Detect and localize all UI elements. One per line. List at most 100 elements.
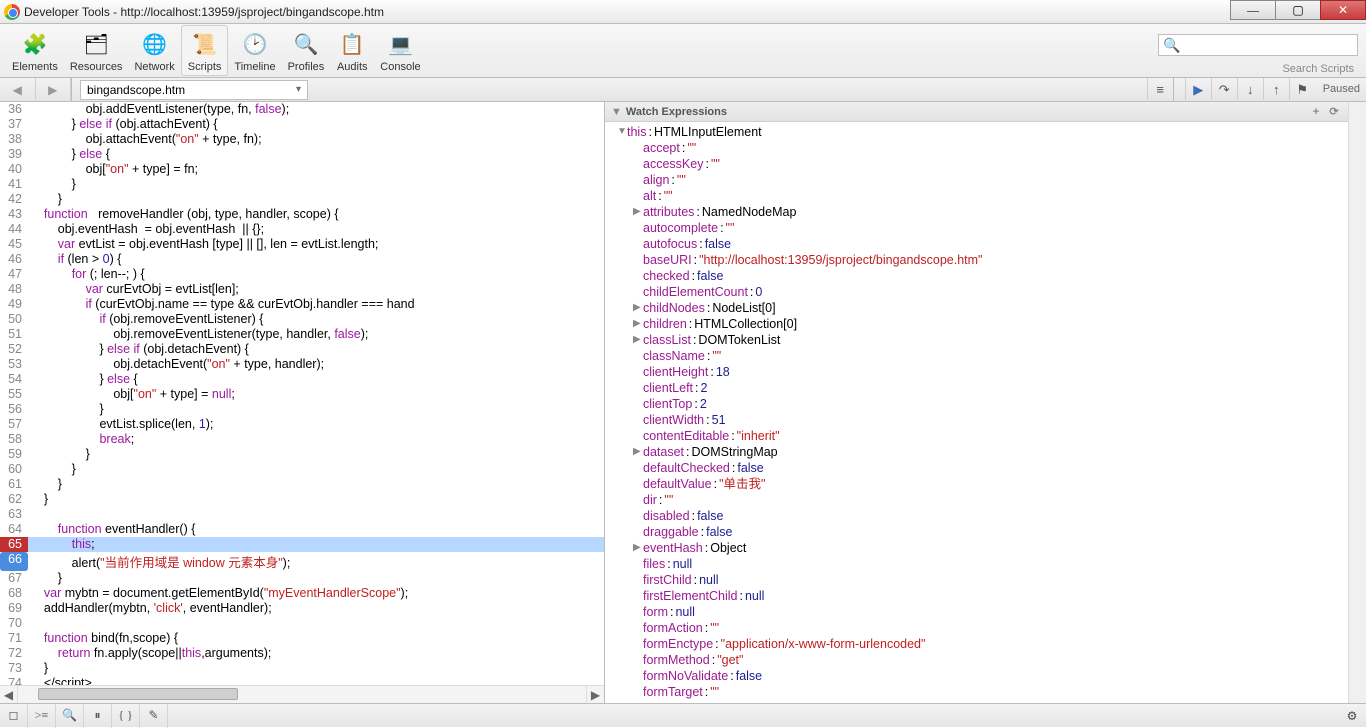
search-scripts-box[interactable]: 🔍 — [1158, 34, 1358, 56]
watch-prop[interactable]: draggable: false — [605, 524, 1348, 540]
code-line[interactable]: 41 } — [0, 177, 604, 192]
code-line[interactable]: 67 } — [0, 571, 604, 586]
watch-prop[interactable]: ▶childNodes: NodeList[0] — [605, 300, 1348, 316]
code-line[interactable]: 46 if (len > 0) { — [0, 252, 604, 267]
code-line[interactable]: 50 if (obj.removeEventListener) { — [0, 312, 604, 327]
dock-button[interactable]: ◻ — [0, 704, 28, 728]
watch-root[interactable]: ▼this: HTMLInputElement — [605, 124, 1348, 140]
code-line[interactable]: 65 this; — [0, 537, 604, 552]
watch-prop[interactable]: align: "" — [605, 172, 1348, 188]
code-line[interactable]: 38 obj.attachEvent("on" + type, fn); — [0, 132, 604, 147]
code-line[interactable]: 74 </script> — [0, 676, 604, 685]
search-input[interactable] — [1184, 38, 1353, 52]
code-line[interactable]: 61 } — [0, 477, 604, 492]
file-selector[interactable]: bingandscope.htm — [80, 80, 308, 100]
step-into-button[interactable]: ↓ — [1237, 78, 1263, 102]
scroll-thumb[interactable] — [38, 688, 238, 700]
code-line[interactable]: 64 function eventHandler() { — [0, 522, 604, 537]
code-line[interactable]: 37 } else if (obj.attachEvent) { — [0, 117, 604, 132]
watch-prop[interactable]: autocomplete: "" — [605, 220, 1348, 236]
code-line[interactable]: 59 } — [0, 447, 604, 462]
code-line[interactable]: 54 } else { — [0, 372, 604, 387]
step-out-button[interactable]: ↑ — [1263, 78, 1289, 102]
step-over-button[interactable]: ↷ — [1211, 78, 1237, 102]
code-line[interactable]: 57 evtList.splice(len, 1); — [0, 417, 604, 432]
code-line[interactable]: 39 } else { — [0, 147, 604, 162]
watch-prop[interactable]: checked: false — [605, 268, 1348, 284]
tab-scripts[interactable]: 📜Scripts — [181, 25, 229, 76]
nav-back-button[interactable]: ◀ — [0, 78, 36, 102]
watch-prop[interactable]: form: null — [605, 604, 1348, 620]
watch-prop[interactable]: ▶eventHash: Object — [605, 540, 1348, 556]
watch-prop[interactable]: contentEditable: "inherit" — [605, 428, 1348, 444]
watch-prop[interactable]: accessKey: "" — [605, 156, 1348, 172]
code-line[interactable]: 56 } — [0, 402, 604, 417]
search-button[interactable]: 🔍 — [56, 704, 84, 728]
tab-timeline[interactable]: 🕑Timeline — [228, 26, 281, 75]
refresh-watch-button[interactable]: ⟳ — [1326, 105, 1342, 118]
code-line[interactable]: 55 obj["on" + type] = null; — [0, 387, 604, 402]
code-line[interactable]: 68 var mybtn = document.getElementById("… — [0, 586, 604, 601]
tab-network[interactable]: 🌐Network — [128, 26, 180, 75]
pretty-print-button[interactable]: { } — [112, 704, 140, 728]
code-line[interactable]: 70 — [0, 616, 604, 631]
watch-expressions-header[interactable]: ▼ Watch Expressions + ⟳ — [605, 102, 1348, 122]
watch-prop[interactable]: ▶attributes: NamedNodeMap — [605, 204, 1348, 220]
scroll-left-arrow[interactable]: ◀ — [0, 686, 18, 703]
deactivate-breakpoints-button[interactable]: ⚑ — [1289, 78, 1315, 102]
watch-prop[interactable]: className: "" — [605, 348, 1348, 364]
code-line[interactable]: 44 obj.eventHash = obj.eventHash || {}; — [0, 222, 604, 237]
code-line[interactable]: 63 — [0, 507, 604, 522]
settings-button[interactable]: ⚙ — [1338, 704, 1366, 728]
pause-resume-button[interactable]: ▶ — [1185, 78, 1211, 102]
watch-prop[interactable]: clientLeft: 2 — [605, 380, 1348, 396]
code-line[interactable]: 49 if (curEvtObj.name == type && curEvtO… — [0, 297, 604, 312]
minimize-button[interactable]: — — [1230, 0, 1276, 20]
code-line[interactable]: 71 function bind(fn,scope) { — [0, 631, 604, 646]
code-line[interactable]: 43 function removeHandler (obj, type, ha… — [0, 207, 604, 222]
code-line[interactable]: 42 } — [0, 192, 604, 207]
nav-forward-button[interactable]: ▶ — [36, 78, 72, 102]
watch-prop[interactable]: defaultValue: "单击我" — [605, 476, 1348, 492]
watch-prop[interactable]: formNoValidate: false — [605, 668, 1348, 684]
watch-prop[interactable]: files: null — [605, 556, 1348, 572]
scroll-right-arrow[interactable]: ▶ — [586, 686, 604, 703]
watch-prop[interactable]: alt: "" — [605, 188, 1348, 204]
watch-expressions-body[interactable]: ▼this: HTMLInputElementaccept: ""accessK… — [605, 122, 1348, 703]
watch-prop[interactable]: formMethod: "get" — [605, 652, 1348, 668]
tab-resources[interactable]: 🗂Resources — [64, 26, 129, 75]
watch-prop[interactable]: baseURI: "http://localhost:13959/jsproje… — [605, 252, 1348, 268]
code-line[interactable]: 36 obj.addEventListener(type, fn, false)… — [0, 102, 604, 117]
add-watch-button[interactable]: + — [1308, 106, 1324, 118]
watch-prop[interactable]: disabled: false — [605, 508, 1348, 524]
tab-profiles[interactable]: 🔍Profiles — [282, 26, 331, 75]
watch-prop[interactable]: formAction: "" — [605, 620, 1348, 636]
code-line[interactable]: 66 alert("当前作用域是 window 元素本身"); — [0, 552, 604, 571]
code-line[interactable]: 51 obj.removeEventListener(type, handler… — [0, 327, 604, 342]
tab-audits[interactable]: 📋Audits — [330, 26, 374, 75]
watch-prop[interactable]: clientTop: 2 — [605, 396, 1348, 412]
code-line[interactable]: 69 addHandler(mybtn, 'click', eventHandl… — [0, 601, 604, 616]
code-line[interactable]: 48 var curEvtObj = evtList[len]; — [0, 282, 604, 297]
watch-prop[interactable]: clientHeight: 18 — [605, 364, 1348, 380]
watch-prop[interactable]: dir: "" — [605, 492, 1348, 508]
maximize-button[interactable]: ▢ — [1275, 0, 1321, 20]
watch-prop[interactable]: ▶children: HTMLCollection[0] — [605, 316, 1348, 332]
watch-prop[interactable]: autofocus: false — [605, 236, 1348, 252]
watch-prop[interactable]: ▶classList: DOMTokenList — [605, 332, 1348, 348]
code-line[interactable]: 40 obj["on" + type] = fn; — [0, 162, 604, 177]
format-button[interactable]: ≡ — [1147, 78, 1173, 102]
code-line[interactable]: 47 for (; len--; ) { — [0, 267, 604, 282]
pause-on-exceptions-button[interactable]: ⏸ — [84, 704, 112, 728]
watch-prop[interactable]: accept: "" — [605, 140, 1348, 156]
code-line[interactable]: 52 } else if (obj.detachEvent) { — [0, 342, 604, 357]
edit-button[interactable]: ✎ — [140, 704, 168, 728]
code-line[interactable]: 60 } — [0, 462, 604, 477]
watch-prop[interactable]: clientWidth: 51 — [605, 412, 1348, 428]
code-line[interactable]: 73 } — [0, 661, 604, 676]
console-toggle-button[interactable]: >≡ — [28, 704, 56, 728]
watch-prop[interactable]: ▶dataset: DOMStringMap — [605, 444, 1348, 460]
code-line[interactable]: 53 obj.detachEvent("on" + type, handler)… — [0, 357, 604, 372]
watch-prop[interactable]: formTarget: "" — [605, 684, 1348, 700]
watch-prop[interactable]: formEnctype: "application/x-www-form-url… — [605, 636, 1348, 652]
